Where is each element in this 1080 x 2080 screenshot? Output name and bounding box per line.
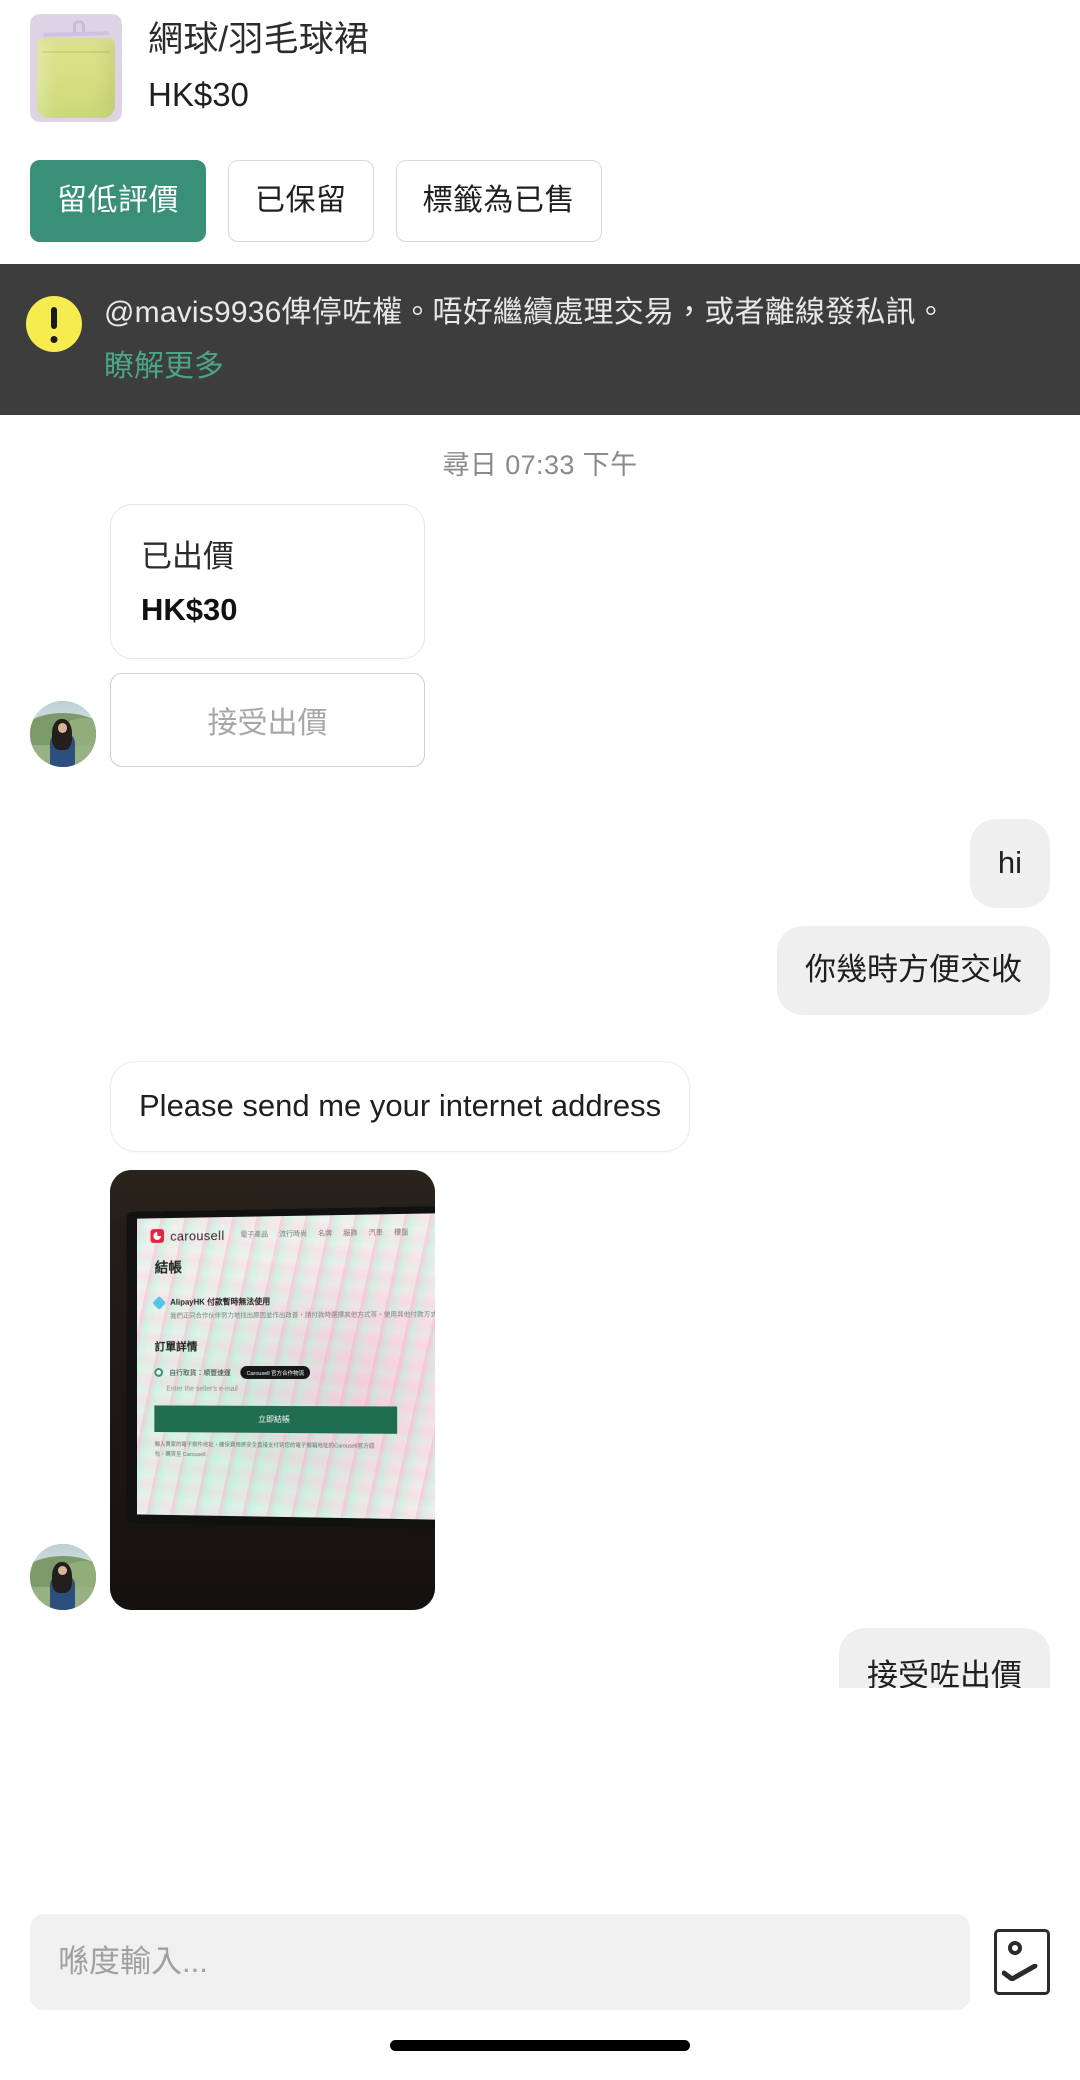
- offer-label: 已出價: [141, 539, 234, 574]
- chat-message-list[interactable]: 尋日 07:33 下午 已出價 HK$30 接受出價 hi 你幾時方便交收 Pl…: [0, 415, 1080, 1890]
- message-composer: [0, 1890, 1080, 2010]
- nav-item: 電子產品: [240, 1232, 269, 1240]
- listing-text: 網球/羽毛球裙 HK$30: [148, 14, 369, 111]
- nav-item: 流行時尚: [279, 1231, 308, 1239]
- payment-alert: AlipayHK 付款暫時無法使用 我們正同合作伙伴努力地找出原因並作出改善，請…: [137, 1275, 435, 1322]
- reserved-button[interactable]: 已保留: [228, 160, 374, 242]
- message-input[interactable]: [30, 1914, 970, 2010]
- image-icon[interactable]: [994, 1929, 1050, 1995]
- delivery-option-label: 自行取貨：順豐速運: [169, 1370, 231, 1378]
- order-details-heading: 訂單詳情: [154, 1342, 198, 1355]
- carousell-logo-icon: [150, 1229, 165, 1244]
- photo-message[interactable]: carousell 電子產品 流行時尚 名牌 服飾 汽車 樓盤 結帳 Alipa…: [110, 1169, 435, 1610]
- chat-screen: 網球/羽毛球裙 HK$30 留低評價 已保留 標籤為已售 @mavis9936俾…: [0, 0, 1080, 2080]
- checkout-now-button: 立即結帳: [154, 1406, 397, 1435]
- nav-item: 樓盤: [394, 1229, 409, 1238]
- nav-item: 服飾: [343, 1230, 358, 1239]
- image-icon-dot: [1008, 1941, 1022, 1955]
- fine-print: 輸入賣家的電子郵件地址，確保費用將安全直接支付到您的電子郵箱地址的Carouse…: [154, 1442, 375, 1459]
- seller-email-field: Enter the seller's e-mail: [166, 1386, 238, 1394]
- chat-timestamp: 尋日 07:33 下午: [442, 450, 638, 480]
- photo-message-row: carousell 電子產品 流行時尚 名牌 服飾 汽車 樓盤 結帳 Alipa…: [30, 1169, 1050, 1610]
- home-indicator-area: [0, 2010, 1080, 2080]
- offer-card: 已出價 HK$30: [110, 504, 425, 659]
- monitor-bezel: carousell 電子產品 流行時尚 名牌 服飾 汽車 樓盤 結帳 Alipa…: [126, 1206, 435, 1530]
- site-nav: 電子產品 流行時尚 名牌 服飾 汽車 樓盤: [240, 1228, 408, 1241]
- avatar: [30, 1543, 96, 1610]
- logistics-badge: Carousell 官方合作物流: [240, 1366, 311, 1380]
- nav-item: 汽車: [368, 1230, 383, 1238]
- listing-thumbnail[interactable]: [30, 14, 122, 122]
- image-icon-mountain: [1002, 1964, 1038, 1981]
- home-indicator[interactable]: [390, 2039, 690, 2051]
- alert-title: AlipayHK 付款暫時無法使用: [170, 1297, 271, 1308]
- nav-item: 名牌: [318, 1231, 333, 1239]
- carousell-brand: carousell: [170, 1228, 225, 1245]
- offer-message-row: 已出價 HK$30 接受出價: [30, 504, 1050, 767]
- checkout-heading: 結帳: [154, 1259, 182, 1276]
- message-bubble[interactable]: Please send me your internet address: [110, 1060, 691, 1152]
- clipped-message-row: 接受咗出價: [30, 1627, 1050, 1688]
- message-row: hi: [30, 819, 1050, 908]
- message-bubble[interactable]: hi: [969, 819, 1050, 908]
- accept-offer-button[interactable]: 接受出價: [110, 673, 425, 767]
- skirt-image: [37, 37, 115, 118]
- monitor-screen-content: carousell 電子產品 流行時尚 名牌 服飾 汽車 樓盤 結帳 Alipa…: [137, 1213, 435, 1521]
- mark-as-sold-button[interactable]: 標籤為已售: [395, 160, 602, 242]
- listing-title: 網球/羽毛球裙: [148, 20, 370, 59]
- offer-stack: 已出價 HK$30 接受出價: [110, 504, 425, 767]
- listing-summary: 網球/羽毛球裙 HK$30: [30, 14, 1050, 122]
- exclamation-icon: [26, 296, 82, 352]
- leave-review-button[interactable]: 留低評價: [30, 160, 206, 242]
- delivery-option: 自行取貨：順豐速運 Carousell 官方合作物流: [137, 1355, 435, 1380]
- offer-amount: HK$30: [141, 592, 238, 627]
- avatar: [30, 701, 96, 767]
- message-row: 你幾時方便交收: [30, 925, 1050, 1015]
- listing-price: HK$30: [148, 76, 249, 114]
- message-bubble[interactable]: 接受咗出價: [839, 1627, 1050, 1688]
- radio-icon: [154, 1368, 164, 1378]
- learn-more-link[interactable]: 瞭解更多: [104, 349, 224, 385]
- warning-body: @mavis9936俾停咗權。唔好繼續處理交易，或者離線發私訊。 瞭解更多: [104, 290, 1050, 385]
- alert-subtitle: 我們正同合作伙伴努力地找出原因並作出改善，請付款時選擇其他方式等。使用其他付款方…: [170, 1311, 435, 1321]
- message-row: Please send me your internet address: [30, 1060, 1050, 1152]
- warning-text: @mavis9936俾停咗權。唔好繼續處理交易，或者離線發私訊。: [104, 296, 946, 329]
- hanger-bar-icon: [42, 31, 110, 38]
- listing-actions: 留低評價 已保留 標籤為已售: [30, 160, 1050, 242]
- scam-warning-banner: @mavis9936俾停咗權。唔好繼續處理交易，或者離線發私訊。 瞭解更多: [0, 264, 1080, 415]
- info-diamond-icon: [152, 1296, 167, 1311]
- message-bubble[interactable]: 你幾時方便交收: [777, 925, 1050, 1015]
- listing-header: 網球/羽毛球裙 HK$30 留低評價 已保留 標籤為已售: [0, 0, 1080, 264]
